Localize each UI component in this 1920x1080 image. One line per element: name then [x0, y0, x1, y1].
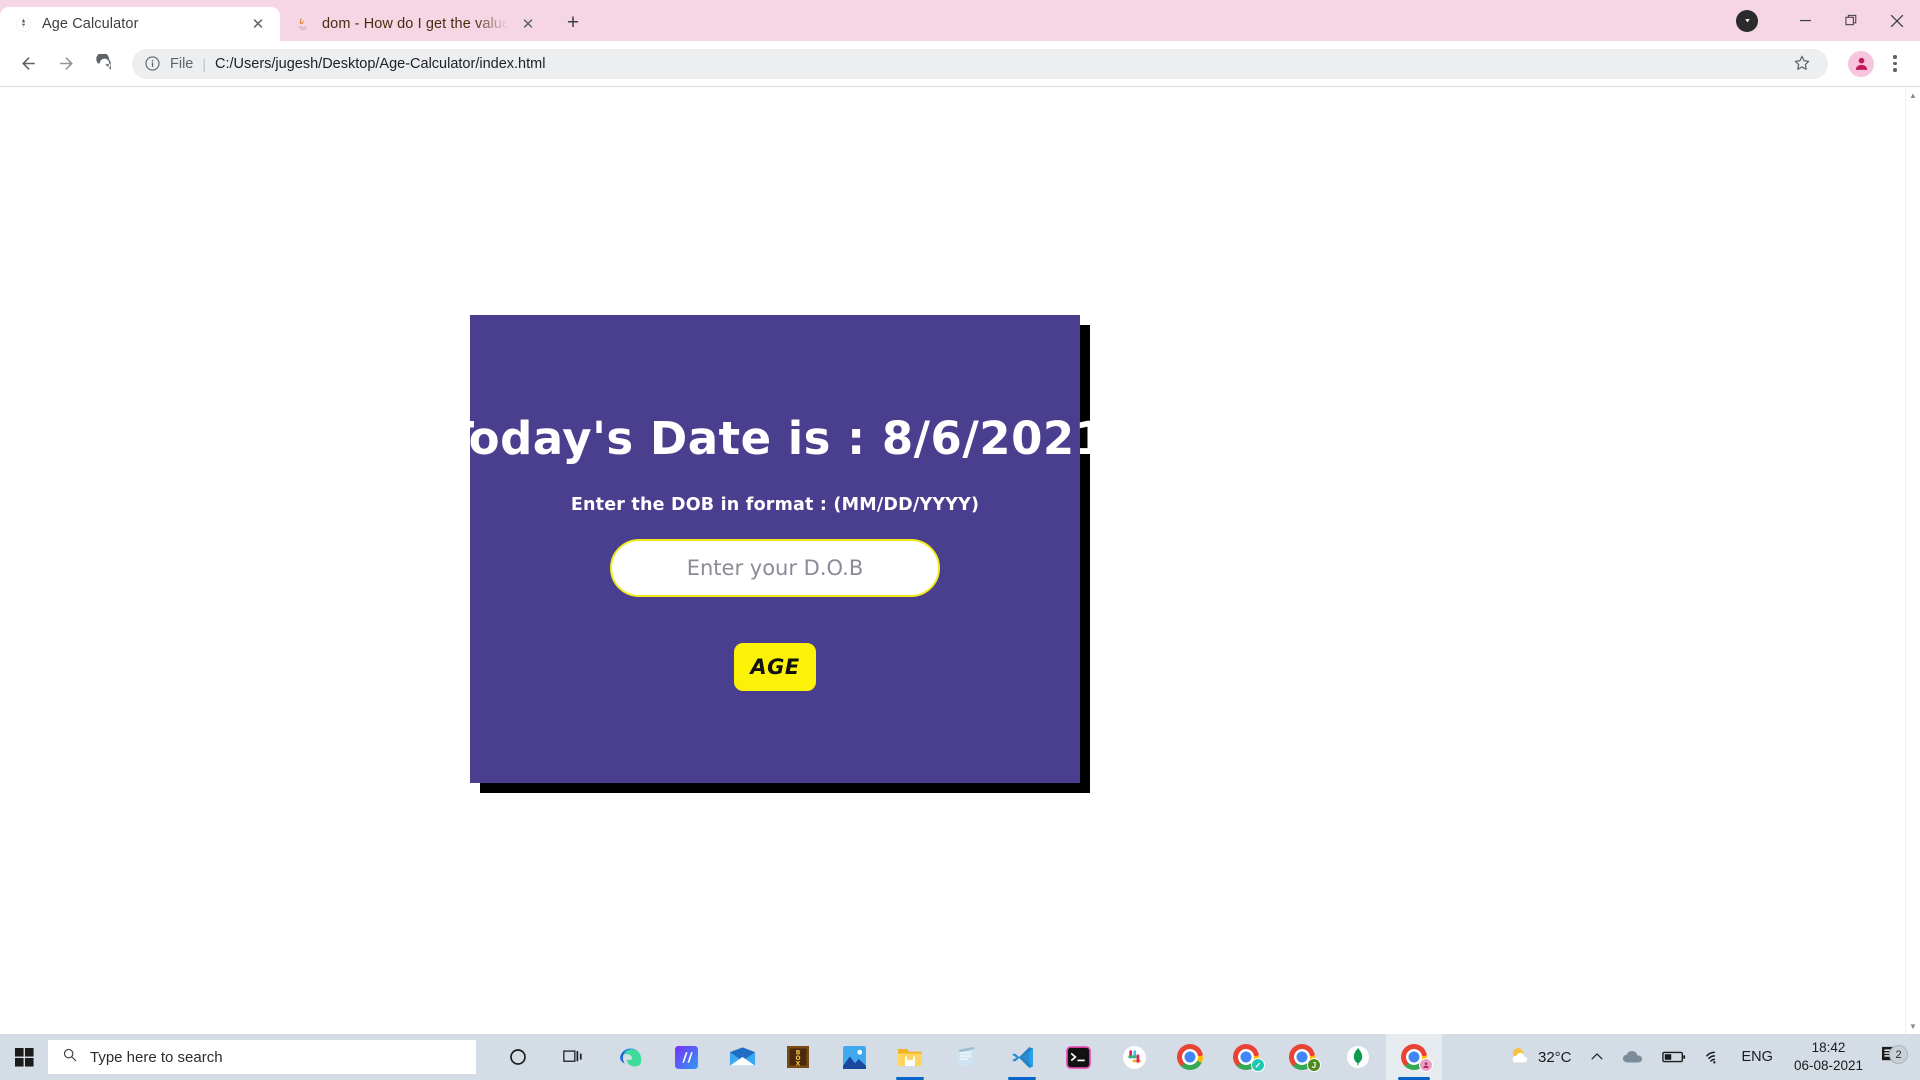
forward-button[interactable]: [48, 46, 84, 82]
chrome-active-icon[interactable]: [1386, 1034, 1442, 1080]
page-viewport: Today's Date is : 8/6/2021 Enter the DOB…: [0, 87, 1920, 1034]
language-indicator[interactable]: ENG: [1733, 1034, 1782, 1080]
cortana-icon[interactable]: [490, 1034, 546, 1080]
dob-input[interactable]: [610, 539, 940, 597]
tab-strip: Age Calculator ✕ dom - How do I get the …: [0, 0, 1920, 41]
wifi-icon[interactable]: [1695, 1034, 1733, 1080]
tab-title: Age Calculator: [42, 16, 139, 32]
today-date-value: 8/6/2021: [881, 412, 1107, 465]
sun-cloud-icon: [1508, 1044, 1532, 1071]
url-scheme-label: File: [170, 55, 194, 72]
clock-time: 18:42: [1811, 1039, 1846, 1055]
browser-window: Age Calculator ✕ dom - How do I get the …: [0, 0, 1920, 1034]
terminal-icon[interactable]: [1050, 1034, 1106, 1080]
globe-icon: [14, 15, 32, 33]
reload-button[interactable]: [86, 46, 122, 82]
notifications-button[interactable]: 2: [1875, 1045, 1914, 1069]
java-icon: [294, 15, 312, 33]
taskbar-icons: B O X ✓ J: [490, 1034, 1442, 1080]
edge-icon[interactable]: [602, 1034, 658, 1080]
taskbar-search[interactable]: Type here to search: [48, 1040, 476, 1074]
battery-icon[interactable]: [1653, 1034, 1695, 1080]
address-bar[interactable]: File | C:/Users/jugesh/Desktop/Age-Calcu…: [132, 48, 1828, 79]
dob-format-hint: Enter the DOB in format : (MM/DD/YYYY): [570, 495, 980, 515]
system-tray: 32°C ENG 18:42 06-08-2021 2: [1499, 1034, 1920, 1080]
search-placeholder: Type here to search: [90, 1048, 223, 1066]
new-tab-button[interactable]: +: [558, 8, 588, 38]
page-scrollbar[interactable]: ▲ ▼: [1905, 87, 1920, 1034]
chrome-dev-icon[interactable]: J: [1274, 1034, 1330, 1080]
svg-text:X: X: [796, 1061, 801, 1068]
photos-icon[interactable]: [826, 1034, 882, 1080]
taskbar-clock[interactable]: 18:42 06-08-2021: [1782, 1039, 1875, 1075]
info-icon: [144, 55, 161, 72]
slack-icon[interactable]: [1106, 1034, 1162, 1080]
windows-taskbar: Type here to search B O X ✓ J 32°C ENG 1…: [0, 1034, 1920, 1080]
show-hidden-icons-button[interactable]: [1581, 1034, 1613, 1080]
start-button[interactable]: [0, 1034, 48, 1080]
url-text: C:/Users/jugesh/Desktop/Age-Calculator/i…: [215, 55, 546, 72]
dosbox-icon[interactable]: B O X: [770, 1034, 826, 1080]
close-icon[interactable]: ✕: [518, 14, 538, 34]
card-body: Today's Date is : 8/6/2021 Enter the DOB…: [443, 315, 1106, 783]
search-icon: [62, 1047, 78, 1067]
weather-widget[interactable]: 32°C: [1499, 1034, 1581, 1080]
file-explorer-icon[interactable]: [882, 1034, 938, 1080]
scroll-up-icon[interactable]: ▲: [1906, 87, 1920, 103]
title-prefix: Today's Date is :: [443, 412, 882, 465]
tab-stackoverflow[interactable]: dom - How do I get the value of ✕: [280, 7, 550, 41]
profile-avatar[interactable]: [1848, 50, 1874, 77]
mongodb-icon[interactable]: [1330, 1034, 1386, 1080]
tab-title: dom - How do I get the value of: [322, 16, 508, 32]
window-controls: [1736, 0, 1920, 41]
kebab-menu[interactable]: [1882, 55, 1908, 72]
download-icon[interactable]: [1736, 9, 1758, 32]
temperature-text: 32°C: [1538, 1048, 1572, 1066]
vscode-icon[interactable]: [994, 1034, 1050, 1080]
clock-date: 06-08-2021: [1793, 1058, 1863, 1073]
page-title: Today's Date is : 8/6/2021: [443, 412, 1106, 465]
url-separator: |: [202, 55, 207, 72]
close-icon[interactable]: ✕: [248, 14, 268, 34]
app-icon[interactable]: [658, 1034, 714, 1080]
age-calculator-card: Today's Date is : 8/6/2021 Enter the DOB…: [443, 315, 1106, 793]
star-icon[interactable]: [1792, 53, 1814, 75]
notification-count: 2: [1889, 1045, 1908, 1064]
tab-age-calculator[interactable]: Age Calculator ✕: [0, 7, 280, 41]
close-button[interactable]: [1874, 0, 1920, 41]
notepad-icon[interactable]: [938, 1034, 994, 1080]
mail-icon[interactable]: [714, 1034, 770, 1080]
chrome-beta-icon[interactable]: ✓: [1218, 1034, 1274, 1080]
back-button[interactable]: [10, 46, 46, 82]
age-button[interactable]: AGE: [734, 643, 816, 691]
minimize-button[interactable]: [1782, 0, 1828, 41]
maximize-button[interactable]: [1828, 0, 1874, 41]
scroll-down-icon[interactable]: ▼: [1906, 1018, 1920, 1034]
onedrive-cloud-icon[interactable]: [1613, 1034, 1653, 1080]
browser-toolbar: File | C:/Users/jugesh/Desktop/Age-Calcu…: [0, 41, 1920, 87]
chrome-icon[interactable]: [1162, 1034, 1218, 1080]
task-view-icon[interactable]: [546, 1034, 602, 1080]
